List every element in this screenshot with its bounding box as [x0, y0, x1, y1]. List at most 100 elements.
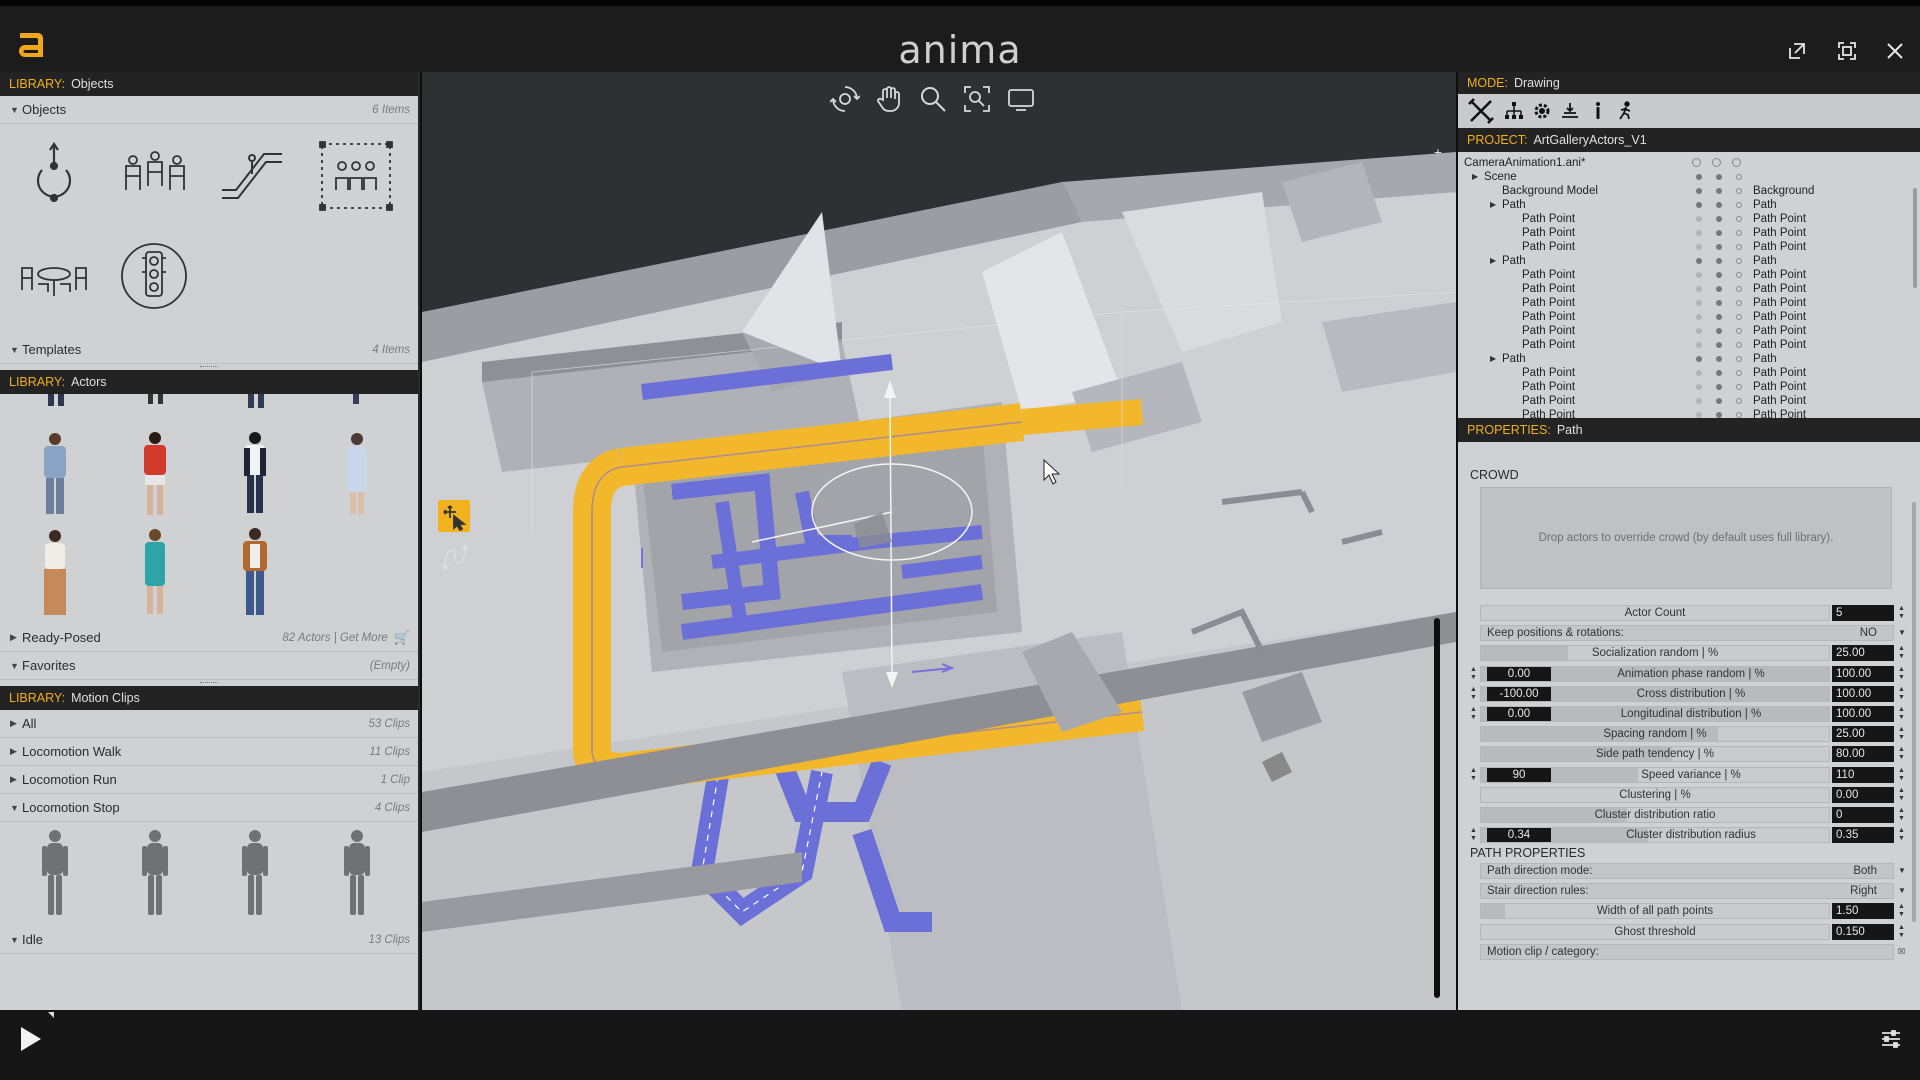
clip-category-locomotion-stop[interactable]: ▼ Locomotion Stop 4 Clips: [0, 794, 418, 822]
expand-icon[interactable]: ▶: [1490, 352, 1496, 366]
properties-scrollbar[interactable]: [1912, 502, 1916, 922]
render-dot[interactable]: [1716, 300, 1722, 306]
property-row[interactable]: Path direction mode: Both ▼: [1480, 863, 1906, 879]
render-dot[interactable]: [1716, 216, 1722, 222]
tree-row[interactable]: ▶ Scene: [1458, 170, 1918, 184]
curve-tool-icon[interactable]: [440, 542, 470, 572]
dropdown-arrow-icon[interactable]: ▼: [1898, 866, 1906, 875]
tree-row[interactable]: Path Point Path Point: [1458, 226, 1918, 240]
property-slider[interactable]: 0.34 Cluster distribution radius: [1480, 827, 1830, 844]
tree-row[interactable]: ▶ Path Path: [1458, 198, 1918, 212]
lock-dot[interactable]: [1736, 174, 1742, 180]
tree-row[interactable]: Path Point Path Point: [1458, 338, 1918, 352]
spinner-icon[interactable]: ▲ ▼: [1898, 767, 1905, 783]
lock-dot[interactable]: [1736, 272, 1742, 278]
traffic-light-icon[interactable]: [114, 236, 194, 316]
gear-icon[interactable]: [1530, 98, 1554, 124]
render-dot[interactable]: [1716, 188, 1722, 194]
property-row[interactable]: Keep positions & rotations: NO ▼: [1480, 625, 1906, 642]
value-field[interactable]: 110: [1832, 766, 1894, 783]
lock-dot[interactable]: [1736, 314, 1742, 320]
property-slider[interactable]: Clustering | %: [1480, 786, 1830, 803]
value-field[interactable]: 5: [1832, 605, 1894, 621]
property-slider[interactable]: Socialization random | %: [1480, 645, 1830, 662]
visibility-dot[interactable]: [1696, 244, 1702, 250]
rotation-object-icon[interactable]: [14, 136, 94, 216]
clip-category-locomotion-walk[interactable]: ▶ Locomotion Walk 11 Clips: [0, 738, 418, 766]
property-row[interactable]: Socialization random | % 25.00 ▲ ▼: [1480, 645, 1905, 662]
clear-icon[interactable]: ☒: [1898, 947, 1905, 956]
value-field[interactable]: 100.00: [1832, 706, 1894, 722]
tree-row[interactable]: Path Point Path Point: [1458, 408, 1918, 418]
visibility-dot[interactable]: [1696, 258, 1702, 264]
lock-dot[interactable]: [1736, 412, 1742, 418]
power-icon[interactable]: [1692, 158, 1701, 167]
render-dot[interactable]: [1716, 174, 1722, 180]
clip-category-locomotion-run[interactable]: ▶ Locomotion Run 1 Clip: [0, 766, 418, 794]
expand-icon[interactable]: ▶: [1490, 254, 1496, 268]
clip-thumbnail-2[interactable]: [142, 830, 168, 915]
spinner-icon[interactable]: ▲ ▼: [1898, 706, 1905, 722]
lock-dot[interactable]: [1736, 202, 1742, 208]
property-slider[interactable]: Side path tendency | %: [1480, 746, 1830, 763]
actor-3[interactable]: [244, 432, 266, 513]
render-dot[interactable]: [1716, 244, 1722, 250]
spinner-icon[interactable]: ▲ ▼: [1898, 924, 1905, 940]
actor-6[interactable]: [145, 529, 165, 614]
panel-splitter[interactable]: [0, 364, 418, 370]
value-field[interactable]: 25.00: [1832, 645, 1894, 662]
actor-dropzone[interactable]: Drop actors to override crowd (by defaul…: [1480, 487, 1892, 589]
lock-dot[interactable]: [1736, 342, 1742, 348]
add-icon[interactable]: +: [1434, 144, 1442, 160]
property-row[interactable]: ▲ ▼ 0.00 Longitudinal distribution | % 100.0…: [1470, 706, 1905, 722]
visibility-dot[interactable]: [1696, 272, 1702, 278]
value-field[interactable]: 0: [1832, 807, 1894, 823]
lock-dot[interactable]: [1736, 328, 1742, 334]
render-dot[interactable]: [1716, 384, 1722, 390]
tree-row[interactable]: Path Point Path Point: [1458, 268, 1918, 282]
templates-section[interactable]: ▼ Templates 4 Items: [0, 336, 418, 364]
favorites-section[interactable]: ▼ Favorites (Empty): [0, 652, 418, 680]
render-dot[interactable]: [1716, 202, 1722, 208]
pan-hand-icon[interactable]: [874, 84, 904, 114]
lock-dot[interactable]: [1736, 370, 1742, 376]
property-row[interactable]: Stair direction rules: Right ▼: [1480, 883, 1906, 900]
property-slider[interactable]: Cluster distribution ratio: [1480, 807, 1830, 823]
dropdown-arrow-icon[interactable]: ▼: [1898, 628, 1906, 637]
visibility-dot[interactable]: [1696, 314, 1702, 320]
orbit-icon[interactable]: [829, 84, 861, 114]
spinner-icon[interactable]: ▲ ▼: [1898, 827, 1905, 843]
property-dropdown[interactable]: Motion clip / category:: [1480, 943, 1894, 960]
spinner-icon[interactable]: ▲ ▼: [1470, 706, 1477, 722]
clip-thumbnail-4[interactable]: [344, 830, 370, 915]
group-selection-icon[interactable]: [316, 136, 396, 216]
property-dropdown[interactable]: Keep positions & rotations: NO: [1480, 625, 1894, 642]
clip-category-all[interactable]: ▶ All 53 Clips: [0, 710, 418, 738]
property-row[interactable]: ▲ ▼ -100.00 Cross distribution | % 100.00 ▲ ▼: [1470, 685, 1905, 702]
table-chairs-icon[interactable]: [14, 236, 94, 316]
property-slider[interactable]: -100.00 Cross distribution | %: [1480, 685, 1830, 702]
value-field[interactable]: 25.00: [1832, 726, 1894, 743]
property-row[interactable]: ▲ ▼ 90 Speed variance | % 110 ▲ ▼: [1470, 766, 1905, 783]
lock-dot[interactable]: [1736, 398, 1742, 404]
tree-row[interactable]: Path Point Path Point: [1458, 212, 1918, 226]
move-tool-icon[interactable]: [438, 500, 470, 532]
lock-dot[interactable]: [1736, 188, 1742, 194]
value-field[interactable]: 0.35: [1832, 827, 1894, 844]
dropdown-arrow-icon[interactable]: ▼: [1898, 886, 1906, 895]
spinner-icon[interactable]: ▲ ▼: [1898, 787, 1905, 803]
tree-row[interactable]: Path Point Path Point: [1458, 380, 1918, 394]
popout-icon[interactable]: [1786, 40, 1808, 62]
expand-icon[interactable]: ▶: [1472, 170, 1478, 184]
lock-dot[interactable]: [1736, 300, 1742, 306]
actor-4[interactable]: [347, 433, 367, 514]
timeline-marker[interactable]: [48, 1012, 54, 1018]
walking-actor-icon[interactable]: [1614, 98, 1638, 124]
spinner-icon[interactable]: ▲ ▼: [1898, 726, 1905, 742]
tree-row[interactable]: Background Model Background: [1458, 184, 1918, 198]
value-field[interactable]: 100.00: [1832, 685, 1894, 702]
hierarchy-icon[interactable]: [1502, 98, 1526, 124]
property-row[interactable]: Actor Count 5 ▲ ▼: [1480, 605, 1905, 621]
visibility-dot[interactable]: [1696, 230, 1702, 236]
zoom-region-icon[interactable]: [962, 84, 992, 114]
